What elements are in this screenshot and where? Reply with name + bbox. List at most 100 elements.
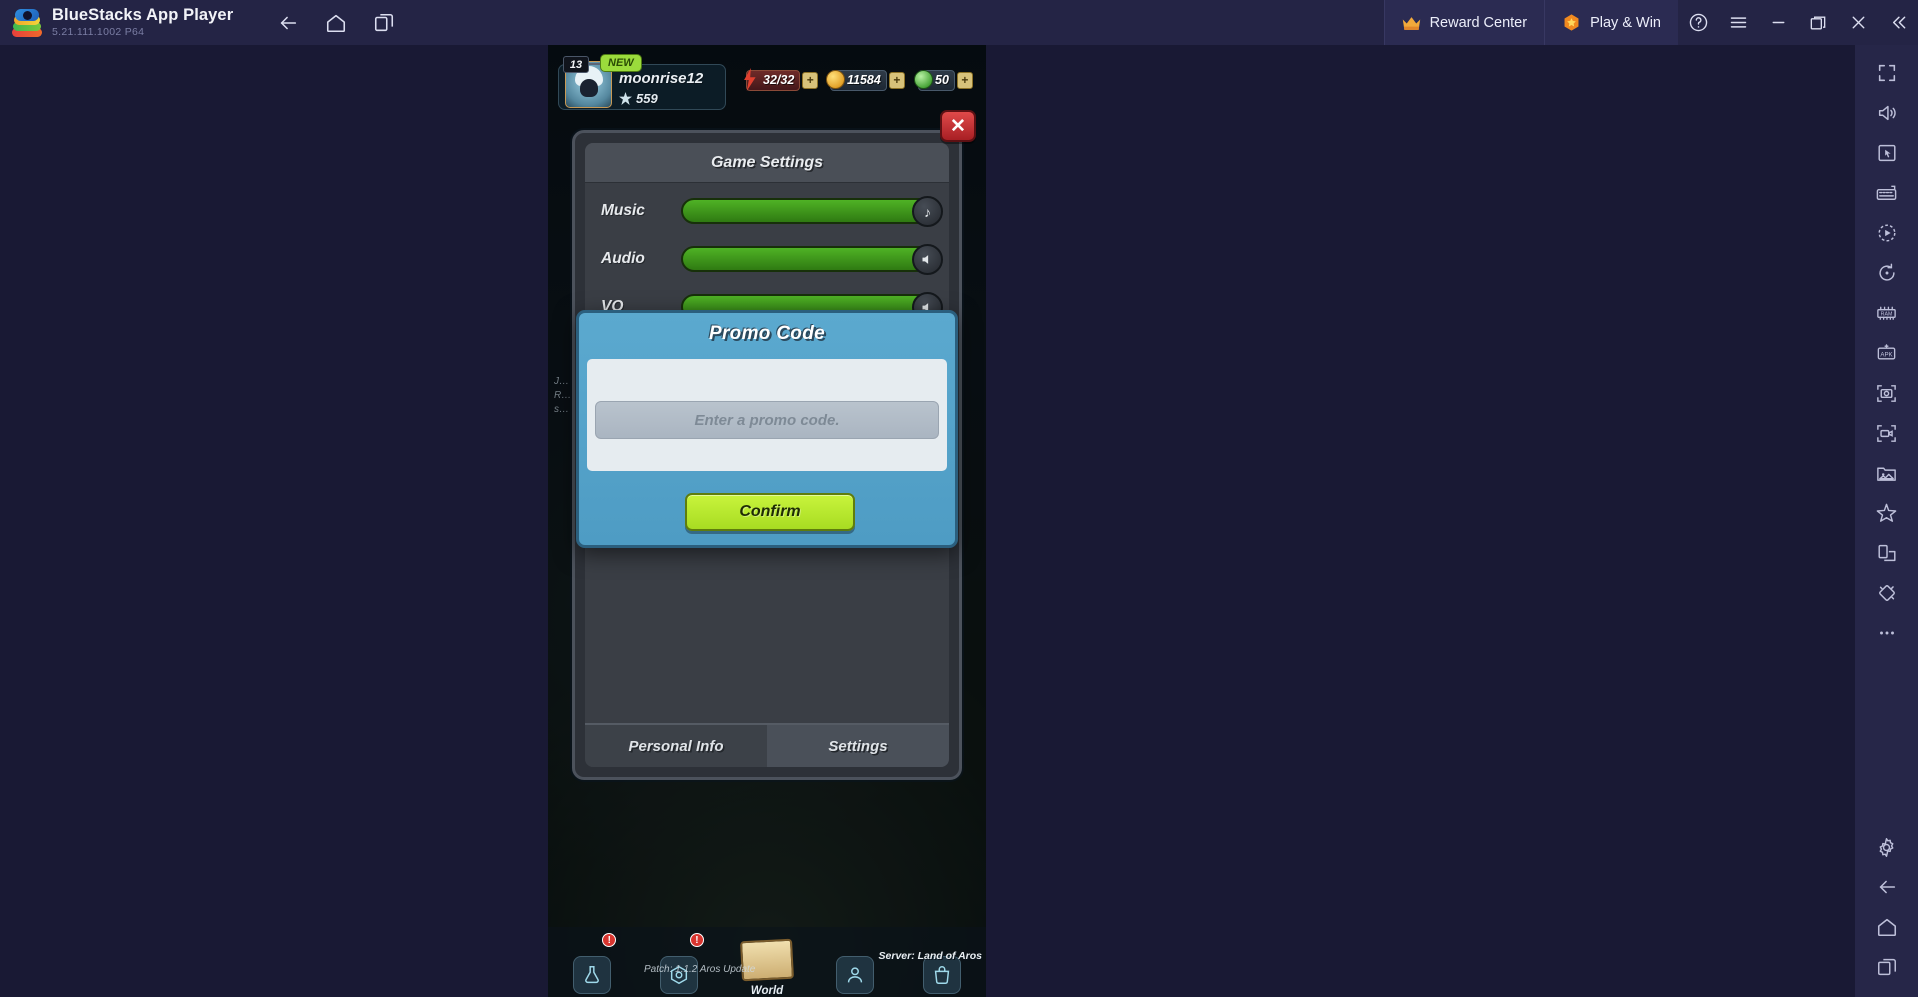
shake-icon[interactable] xyxy=(1867,573,1907,613)
media-manager-icon[interactable] xyxy=(1867,453,1907,493)
settings-gear-icon[interactable] xyxy=(1867,827,1907,867)
slider-row-music: Music ♪ xyxy=(601,191,943,231)
gems-value: 50 xyxy=(935,73,949,87)
back-arrow-icon[interactable] xyxy=(269,4,307,42)
energy-value: 32/32 xyxy=(763,73,795,87)
page-title: Game Settings xyxy=(710,153,824,171)
collapse-sidebar-icon[interactable] xyxy=(1878,0,1918,45)
minimize-icon[interactable] xyxy=(1758,0,1798,45)
music-note-icon[interactable]: ♪ xyxy=(912,196,943,227)
help-icon[interactable] xyxy=(1678,0,1718,45)
reward-center-label: Reward Center xyxy=(1429,14,1528,31)
music-volume-slider[interactable]: ♪ xyxy=(681,196,943,227)
add-gems-button[interactable]: + xyxy=(956,71,973,89)
resource-energy[interactable]: 32/32 + xyxy=(744,68,819,91)
play-and-win-label: Play & Win xyxy=(1590,14,1661,31)
panel-side-labels: J… R… s… xyxy=(554,376,572,415)
player-card[interactable]: 13 NEW moonrise12 559 xyxy=(558,54,726,110)
hamburger-menu-icon[interactable] xyxy=(1718,0,1758,45)
bag-tab[interactable] xyxy=(898,935,986,997)
game-bottom-nav: ! ! World Server: Land of Aros Patch: 1.… xyxy=(548,927,986,997)
tab-personal-info[interactable]: Personal Info xyxy=(585,723,767,767)
screen-record-icon[interactable] xyxy=(1867,413,1907,453)
server-banner: Server: Land of Aros xyxy=(878,950,982,962)
promo-code-dialog: Promo Code Enter a promo code. Confirm xyxy=(576,310,958,548)
world-label: World xyxy=(750,985,784,997)
promo-code-input[interactable]: Enter a promo code. xyxy=(595,401,939,439)
tab-settings[interactable]: Settings xyxy=(767,723,949,767)
close-dialog-button[interactable]: ✕ xyxy=(940,110,976,142)
power-icon xyxy=(619,92,632,105)
install-apk-icon[interactable]: APK xyxy=(1867,333,1907,373)
alert-badge: ! xyxy=(602,933,617,947)
slider-label-music: Music xyxy=(601,202,645,219)
cursor-pointer-icon[interactable] xyxy=(1867,133,1907,173)
resource-gems[interactable]: 50 + xyxy=(914,69,973,91)
coin-icon xyxy=(826,70,845,89)
promo-code-placeholder: Enter a promo code. xyxy=(694,411,840,429)
fullscreen-icon[interactable] xyxy=(1867,53,1907,93)
eco-mode-icon[interactable] xyxy=(1867,493,1907,533)
add-energy-button[interactable]: + xyxy=(802,71,819,89)
confirm-button[interactable]: Confirm xyxy=(685,493,855,531)
add-gold-button[interactable]: + xyxy=(888,71,905,89)
settings-tabs: Personal Info Settings xyxy=(585,723,949,767)
world-map-icon xyxy=(739,938,794,982)
android-back-icon[interactable] xyxy=(1867,867,1907,907)
app-title: BlueStacks App Player xyxy=(52,5,234,24)
screenshot-icon[interactable] xyxy=(1867,373,1907,413)
android-recents-icon[interactable] xyxy=(1867,947,1907,987)
player-power: 559 xyxy=(619,91,658,106)
settings-title-bar: Game Settings xyxy=(585,143,949,183)
svg-text:APK: APK xyxy=(1880,351,1893,358)
rotate-icon[interactable] xyxy=(1867,253,1907,293)
audio-volume-slider[interactable] xyxy=(681,244,943,275)
titlebar-nav-group xyxy=(269,4,403,42)
android-home-icon[interactable] xyxy=(1867,907,1907,947)
volume-icon[interactable] xyxy=(1867,93,1907,133)
keyboard-controls-icon[interactable] xyxy=(1867,173,1907,213)
slider-label-audio: Audio xyxy=(601,250,645,267)
alert-badge: ! xyxy=(689,933,704,947)
emulator-viewport: 13 NEW moonrise12 559 32/32 + 11584 + 50… xyxy=(0,45,1855,997)
confirm-button-label: Confirm xyxy=(739,503,801,520)
player-username: moonrise12 xyxy=(619,70,704,87)
hexagon-star-icon xyxy=(1562,13,1581,32)
bluestacks-logo xyxy=(12,8,42,38)
ram-trim-icon[interactable]: RAM xyxy=(1867,293,1907,333)
macro-recorder-icon[interactable] xyxy=(1867,213,1907,253)
close-icon[interactable] xyxy=(1838,0,1878,45)
resource-gold[interactable]: 11584 + xyxy=(826,69,905,91)
crown-icon xyxy=(1402,16,1421,30)
gem-icon xyxy=(914,70,933,89)
heroes-tab[interactable] xyxy=(811,935,899,997)
gold-value: 11584 xyxy=(847,73,881,87)
heroes-icon xyxy=(835,956,874,994)
multi-instance-icon[interactable] xyxy=(365,4,403,42)
app-version: 5.21.111.1002 P64 xyxy=(52,26,145,39)
window-controls xyxy=(1678,0,1918,45)
reward-center-button[interactable]: Reward Center xyxy=(1383,0,1545,45)
more-options-icon[interactable] xyxy=(1867,613,1907,653)
new-badge: NEW xyxy=(600,54,642,72)
play-and-win-button[interactable]: Play & Win xyxy=(1544,0,1678,45)
multi-window-icon[interactable] xyxy=(1867,533,1907,573)
alchemy-icon xyxy=(572,956,611,994)
speaker-icon[interactable] xyxy=(912,244,943,275)
power-value: 559 xyxy=(636,91,658,106)
promo-code-title: Promo Code xyxy=(709,323,825,344)
bluestacks-sidebar: RAM APK xyxy=(1855,45,1918,997)
promo-code-body: Enter a promo code. xyxy=(587,359,947,471)
player-level-badge: 13 xyxy=(563,56,589,73)
home-icon[interactable] xyxy=(317,4,355,42)
gear-shop-icon xyxy=(660,956,699,994)
slider-row-audio: Audio xyxy=(601,239,943,279)
svg-text:RAM: RAM xyxy=(1881,311,1893,317)
player-hud: 13 NEW moonrise12 559 32/32 + 11584 + 50… xyxy=(558,54,980,112)
maximize-icon[interactable] xyxy=(1798,0,1838,45)
alchemy-tab[interactable]: ! xyxy=(548,933,636,997)
window-titlebar: BlueStacks App Player 5.21.111.1002 P64 … xyxy=(0,0,1918,45)
bolt-icon xyxy=(744,68,756,91)
android-screen: 13 NEW moonrise12 559 32/32 + 11584 + 50… xyxy=(548,45,986,997)
patch-banner: Patch: 1.1.2 Aros Update xyxy=(644,964,756,975)
